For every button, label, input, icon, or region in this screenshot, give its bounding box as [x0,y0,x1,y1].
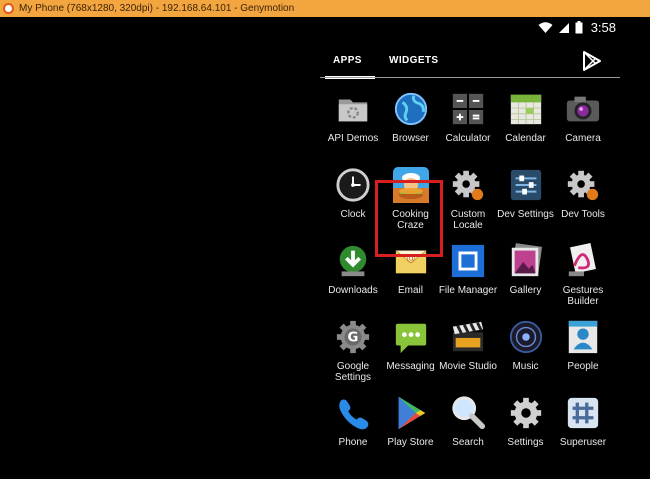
status-time: 3:58 [590,20,616,35]
app-browser[interactable]: Browser [381,82,441,158]
gestures-icon [564,242,602,280]
calendar-icon [507,90,545,128]
app-label: Dev Settings [497,209,554,220]
wifi-icon [538,21,553,33]
app-people[interactable]: People [553,310,613,386]
clapperboard-icon [449,318,487,356]
app-calculator[interactable]: Calculator [438,82,498,158]
app-camera[interactable]: Camera [553,82,613,158]
app-api-demos[interactable]: API Demos [323,82,383,158]
app-label: Calendar [505,133,546,144]
search-icon [449,394,487,432]
gear-icon [449,166,487,204]
app-dev-settings[interactable]: Dev Settings [496,158,556,234]
app-gestures-builder[interactable]: Gestures Builder [553,234,613,310]
app-movie-studio[interactable]: Movie Studio [438,310,498,386]
app-label: Music [512,361,539,372]
phone-icon [334,394,372,432]
cooking-craze-highlight [375,180,443,257]
app-label: Dev Tools [561,209,605,220]
settings-icon [507,394,545,432]
app-label: Superuser [559,437,607,448]
android-screen: 3:58 APPS WIDGETS API Demos Browser Calcul… [0,17,650,477]
google-settings-icon: G [334,318,372,356]
app-phone[interactable]: Phone [323,386,383,462]
app-label: API Demos [327,133,379,144]
file-manager-icon [449,242,487,280]
app-downloads[interactable]: Downloads [323,234,383,310]
camera-icon [564,90,602,128]
app-drawer: APPS WIDGETS API Demos Browser Calculator C… [320,39,620,479]
app-superuser[interactable]: Superuser [553,386,613,462]
tab-divider [320,77,620,78]
superuser-icon [564,394,602,432]
svg-text:G: G [348,331,359,346]
app-search[interactable]: Search [438,386,498,462]
app-label: Phone [338,437,368,448]
app-label: Downloads [328,285,378,296]
app-label: Search [452,437,484,448]
app-label: Gestures Builder [562,285,604,307]
play-store-icon [392,394,430,432]
music-icon [507,318,545,356]
download-icon [334,242,372,280]
app-label: Email [397,285,423,296]
app-clock[interactable]: Clock [323,158,383,234]
people-icon [564,318,602,356]
signal-icon [558,22,569,33]
play-store-shortcut-icon[interactable] [581,50,603,72]
app-label: Browser [392,133,429,144]
calculator-icon [449,90,487,128]
app-messaging[interactable]: Messaging [381,310,441,386]
app-gallery[interactable]: Gallery [496,234,556,310]
app-label: Camera [565,133,601,144]
app-label: Custom Locale [450,209,486,231]
app-label: File Manager [438,285,498,296]
folder-icon [334,90,372,128]
status-bar: 3:58 [538,20,616,35]
clock-icon [334,166,372,204]
tab-apps[interactable]: APPS [333,55,362,66]
window-title: My Phone (768x1280, 320dpi) - 192.168.64… [19,3,295,14]
genymotion-logo-icon [3,3,14,14]
app-label: Google Settings [334,361,372,383]
globe-icon [392,90,430,128]
gear-icon [564,166,602,204]
app-dev-tools[interactable]: Dev Tools [553,158,613,234]
tab-widgets[interactable]: WIDGETS [389,55,438,66]
battery-icon [575,21,583,34]
app-custom-locale[interactable]: Custom Locale [438,158,498,234]
app-play-store[interactable]: Play Store [381,386,441,462]
gallery-icon [507,242,545,280]
app-label: Messaging [386,361,435,372]
app-label: People [567,361,599,372]
app-music[interactable]: Music [496,310,556,386]
drawer-tabs: APPS WIDGETS [320,47,620,79]
app-label: Calculator [445,133,491,144]
app-file-manager[interactable]: File Manager [438,234,498,310]
app-label: Play Store [387,437,434,448]
app-google-settings[interactable]: G Google Settings [323,310,383,386]
window-title-bar: My Phone (768x1280, 320dpi) - 192.168.64… [0,0,650,17]
app-label: Gallery [509,285,542,296]
app-label: Settings [507,437,544,448]
app-label: Movie Studio [439,361,497,372]
sliders-icon [507,166,545,204]
app-settings[interactable]: Settings [496,386,556,462]
app-calendar[interactable]: Calendar [496,82,556,158]
messaging-icon [392,318,430,356]
